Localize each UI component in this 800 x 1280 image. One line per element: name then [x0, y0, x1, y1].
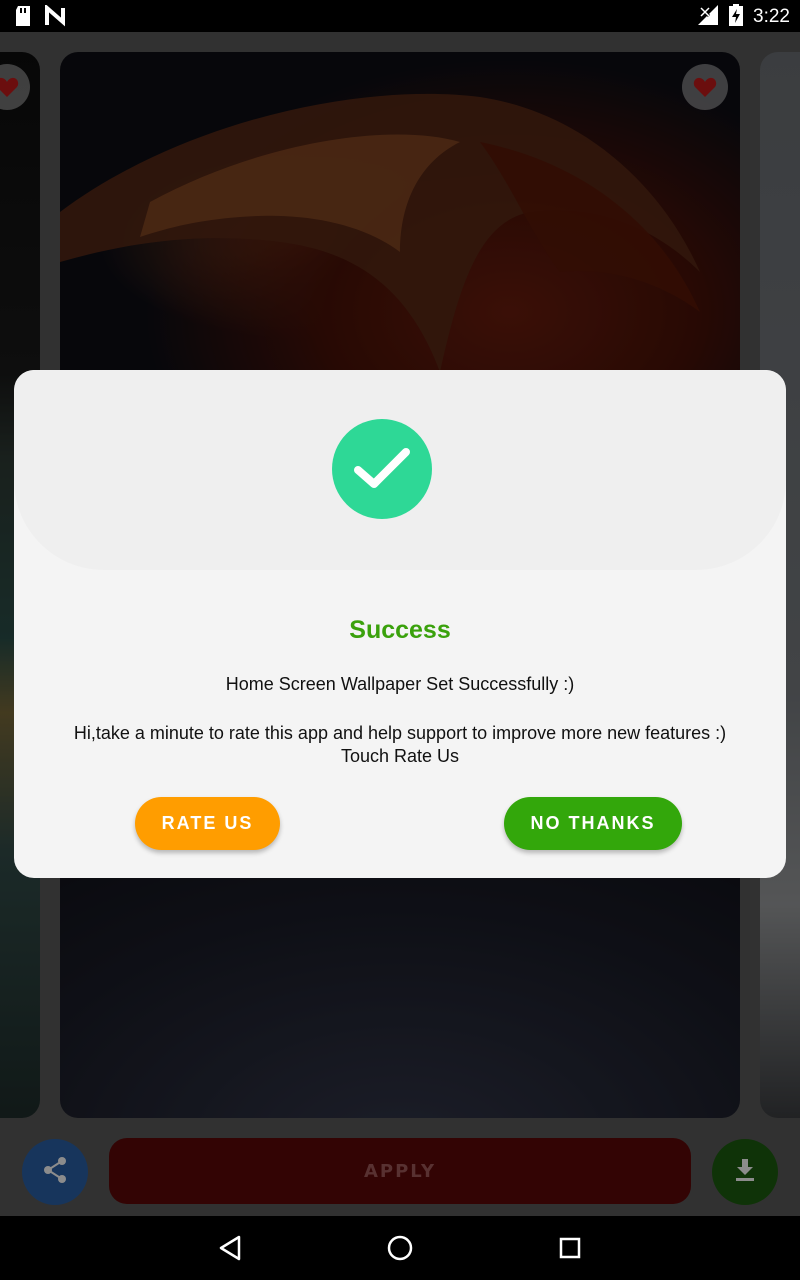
success-dialog: Success Home Screen Wallpaper Set Succes… — [14, 370, 786, 878]
home-icon[interactable] — [384, 1232, 416, 1264]
back-icon[interactable] — [214, 1232, 246, 1264]
recents-icon[interactable] — [554, 1232, 586, 1264]
dialog-message: Home Screen Wallpaper Set Successfully :… — [225, 674, 575, 694]
dialog-title: Success — [349, 616, 451, 644]
sd-card-icon — [14, 5, 32, 31]
rate-us-button[interactable]: RATE US — [135, 797, 280, 850]
no-signal-icon — [697, 4, 719, 30]
dialog-body: Hi,take a minute to rate this app and he… — [34, 722, 766, 768]
n-notification-icon — [44, 3, 66, 31]
no-thanks-button[interactable]: NO THANKS — [504, 797, 682, 850]
dialog-body-line: Touch Rate Us — [340, 746, 460, 766]
battery-charging-icon — [729, 4, 744, 30]
status-time: 3:22 — [753, 6, 790, 27]
status-bar: 3:22 — [0, 0, 800, 32]
dialog-body-line: Hi,take a minute to rate this app and he… — [73, 723, 727, 743]
navigation-bar — [0, 1216, 800, 1280]
success-check-icon — [332, 419, 432, 519]
